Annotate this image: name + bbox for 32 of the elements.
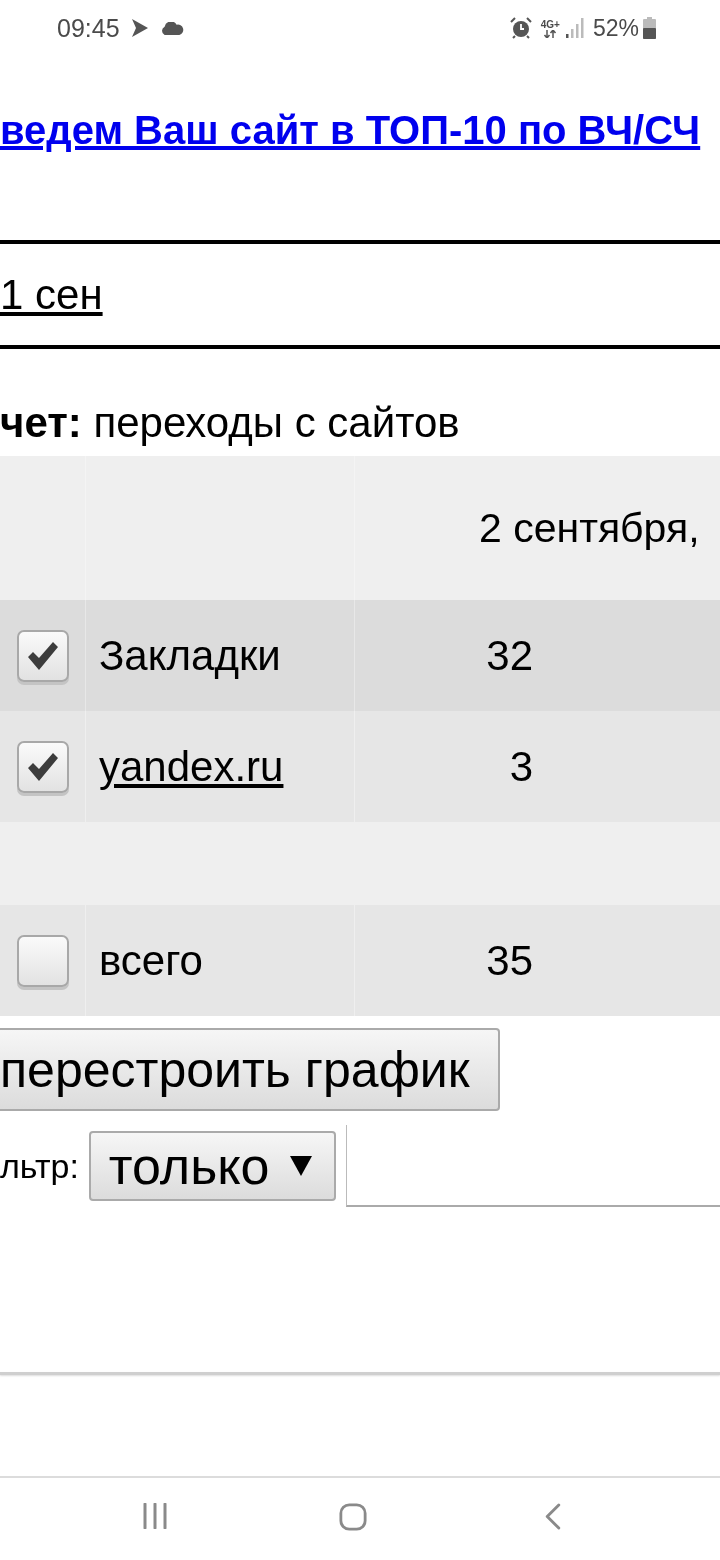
checkbox[interactable]: [16, 629, 69, 682]
checkmark-icon: [27, 641, 58, 670]
column-header: 2 сентября,: [479, 504, 700, 552]
caret-icon: [289, 1156, 312, 1176]
cloud-icon: [159, 21, 184, 35]
visit-count: 3: [509, 742, 533, 791]
visit-count: 35: [486, 936, 533, 985]
data-arrows-icon: [543, 29, 558, 38]
checkbox[interactable]: [16, 740, 69, 793]
rebuild-chart-button[interactable]: перестроить график: [0, 1028, 500, 1111]
source-link[interactable]: yandex.ru: [99, 742, 284, 791]
visit-count: 32: [486, 631, 533, 680]
checkmark-icon: [27, 752, 58, 781]
filter-label: льтр:: [0, 1146, 79, 1186]
recent-apps-icon[interactable]: [142, 1503, 168, 1529]
ad-link[interactable]: ведем Ваш сайт в ТОП-10 по ВЧ/СЧ: [0, 108, 701, 152]
signal-icon: [565, 18, 584, 38]
period-link[interactable]: 1 сен: [0, 270, 103, 319]
play-icon: [131, 19, 148, 37]
source-name: всего: [99, 936, 203, 985]
battery-icon: [643, 17, 656, 39]
battery-percent: 52%: [592, 14, 639, 42]
source-name: Закладки: [99, 631, 281, 680]
checkbox[interactable]: [16, 934, 69, 987]
alarm-clock-icon: [509, 17, 532, 39]
back-icon[interactable]: [545, 1503, 561, 1530]
status-time: 09:45: [57, 13, 120, 43]
network-type: 4G+: [540, 18, 560, 30]
report-title: чет: переходы с сайтов: [0, 399, 460, 447]
home-icon[interactable]: [339, 1503, 367, 1531]
filter-select[interactable]: только: [88, 1131, 336, 1201]
filter-input[interactable]: [345, 1125, 720, 1207]
